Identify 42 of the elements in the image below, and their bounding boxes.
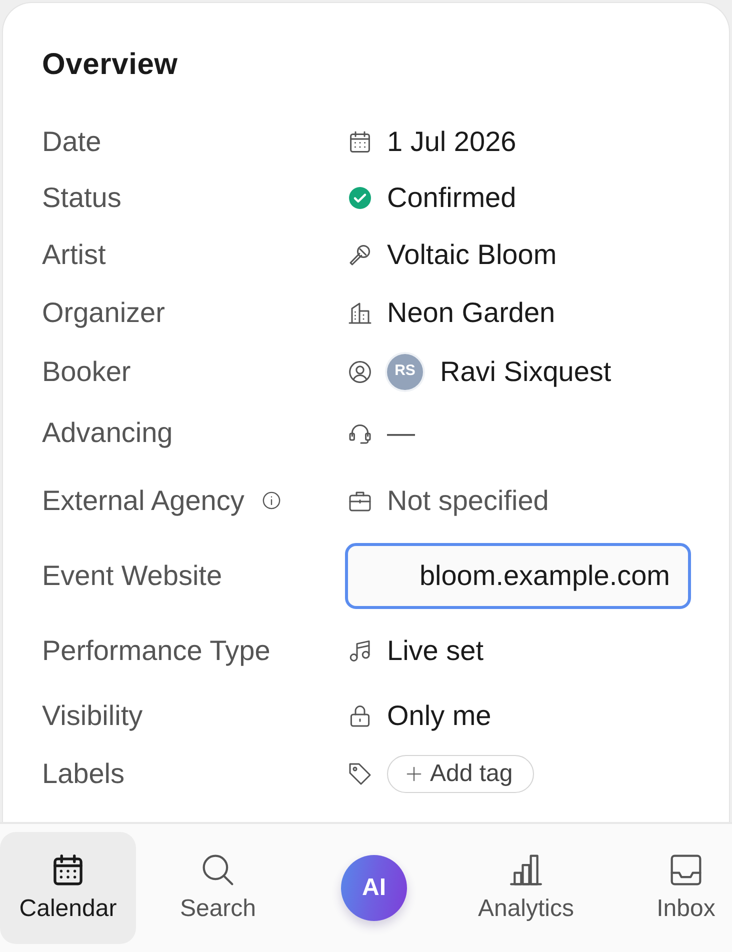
- calendar-icon: [348, 130, 372, 154]
- field-label: Performance Type: [42, 634, 270, 668]
- field-label: Organizer: [42, 296, 165, 330]
- field-value: Not specified: [387, 484, 549, 518]
- microphone-icon: [348, 242, 372, 266]
- field-value: Ravi Sixquest: [440, 354, 612, 388]
- field-value: Voltaic Bloom: [387, 238, 557, 272]
- inbox-tray-icon: [669, 853, 703, 888]
- search-tab[interactable]: Search: [136, 832, 300, 944]
- field-value: Confirmed: [387, 181, 516, 215]
- inbox-tab[interactable]: Inbox: [640, 832, 732, 944]
- check-circle-icon: [348, 186, 372, 210]
- field-label: Visibility: [42, 699, 143, 733]
- calendar-tab[interactable]: Calendar: [0, 832, 136, 944]
- field-label: Date: [42, 125, 102, 159]
- field-label: Event Website: [42, 559, 222, 593]
- bar-chart-icon: [509, 853, 543, 888]
- field-label: External Agency: [42, 484, 244, 518]
- calendar-icon: [51, 853, 85, 888]
- building-icon: [348, 300, 372, 324]
- field-value: Only me: [387, 699, 492, 733]
- analytics-tab[interactable]: Analytics: [448, 832, 604, 944]
- tag-icon: [348, 762, 372, 786]
- field-value: 1 Jul 2026: [387, 125, 516, 159]
- plus-icon: [406, 766, 422, 782]
- section-title: Overview: [42, 47, 179, 83]
- ai-assistant-button[interactable]: AI: [341, 855, 407, 921]
- field-value: —: [387, 416, 415, 450]
- field-value: Live set: [387, 634, 484, 668]
- avatar-initials: RS: [387, 354, 423, 390]
- search-icon: [201, 853, 235, 888]
- music-note-icon: [348, 638, 372, 662]
- user-circle-icon: [348, 360, 372, 384]
- padlock-icon: [348, 704, 372, 728]
- website-input[interactable]: bloom.example.com: [345, 543, 691, 609]
- add-tag-button[interactable]: Add tag: [387, 755, 534, 793]
- field-label: Booker: [42, 354, 131, 388]
- field-label: Status: [42, 181, 122, 215]
- field-label: Artist: [42, 238, 106, 272]
- field-value: Neon Garden: [387, 296, 556, 330]
- field-label: Advancing: [42, 416, 173, 450]
- field-label: Labels: [42, 757, 125, 791]
